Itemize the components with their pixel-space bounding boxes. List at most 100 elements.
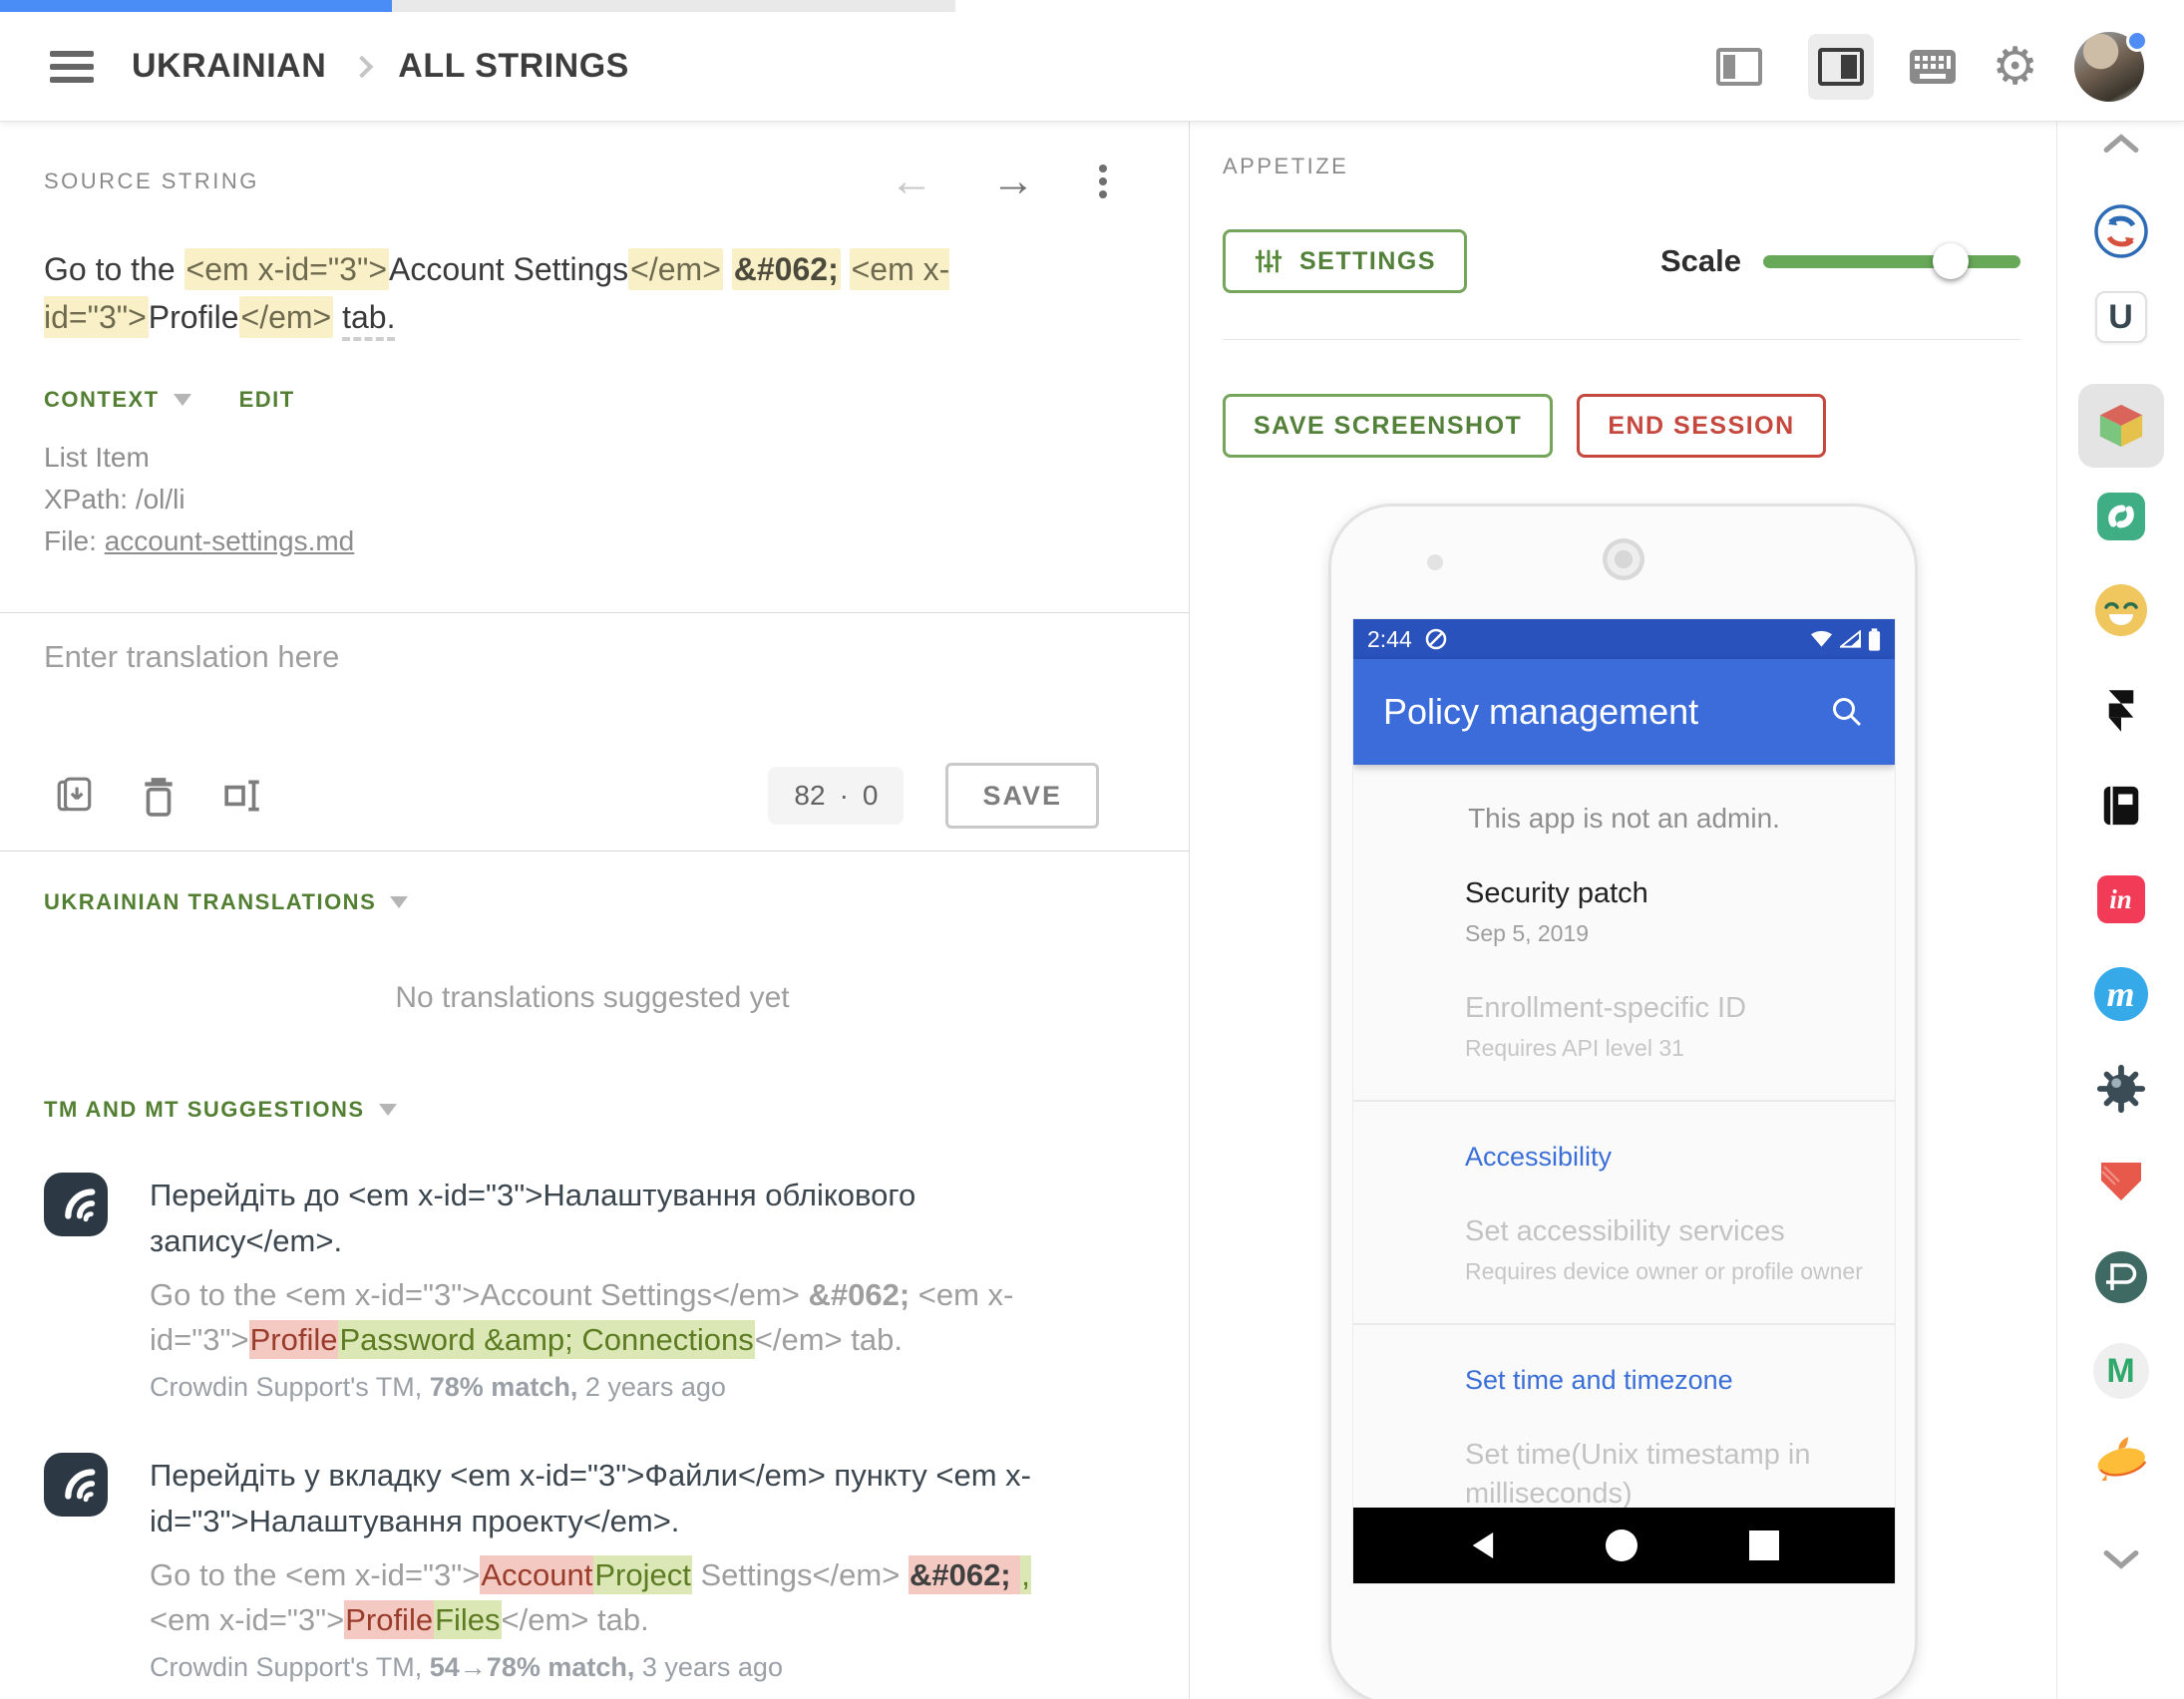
list-item-security-patch[interactable]: Security patch Sep 5, 2019 (1465, 874, 1879, 949)
tm-suggestion-2[interactable]: Перейдіть у вкладку <em x-id="3">Файли</… (44, 1453, 1141, 1683)
p-circle-icon[interactable] (2093, 1249, 2149, 1305)
breadcrumb: UKRAINIAN ALL STRINGS (132, 47, 629, 86)
camera-icon (1427, 554, 1443, 570)
suggestion-source-diff: Go to the <em x-id="3">Account Settings<… (150, 1272, 1086, 1362)
section-time-timezone: Set time and timezone (1465, 1365, 1879, 1396)
keyboard-shortcuts-button[interactable] (1910, 50, 1956, 84)
crowdin-editor-window: UKRAINIAN ALL STRINGS ⚙ SOURCE STRING (0, 0, 2184, 1699)
chevron-down-icon (390, 896, 408, 908)
progress-fill (0, 0, 392, 12)
zeplin-icon[interactable] (2092, 1437, 2150, 1481)
mine-icon[interactable] (2094, 1062, 2148, 1116)
translations-section-toggle[interactable]: UKRAINIAN TRANSLATIONS (44, 889, 1141, 915)
medium-icon[interactable]: M (2093, 1343, 2149, 1399)
chevron-down-icon (174, 394, 191, 406)
smiley-icon[interactable] (2095, 584, 2147, 636)
breadcrumb-file-filter[interactable]: ALL STRINGS (398, 47, 629, 86)
chevron-up-icon[interactable] (2102, 133, 2140, 155)
menu-icon[interactable] (50, 44, 94, 90)
copy-source-button[interactable] (54, 775, 96, 817)
save-screenshot-button[interactable]: SAVE SCREENSHOT (1223, 394, 1553, 458)
file-link[interactable]: account-settings.md (105, 525, 355, 556)
appetize-panel: APPETIZE SETTINGS Scale SAVE SCREENSHOT … (1191, 122, 2056, 1699)
invision-icon[interactable]: in (2097, 875, 2145, 923)
breadcrumb-language[interactable]: UKRAINIAN (132, 47, 326, 86)
copy-source-icon (54, 775, 96, 817)
avatar[interactable] (2074, 32, 2144, 102)
translation-progress-bar (0, 0, 955, 12)
context-type: List Item (44, 437, 1141, 479)
search-icon[interactable] (1829, 694, 1865, 730)
gear-icon[interactable]: ⚙ (1992, 41, 2038, 93)
file-label: File: (44, 525, 97, 556)
u-letter-icon[interactable]: U (2095, 291, 2147, 343)
translation-editor-panel: SOURCE STRING ← → Go to the <em x-id="3"… (0, 122, 1190, 1699)
context-file: File: account-settings.md (44, 520, 1141, 562)
translation-input[interactable]: Enter translation here (44, 639, 1141, 675)
crowdin-tm-icon (44, 1453, 108, 1517)
integrations-rail: U in m M (2056, 122, 2184, 1699)
previous-string-button[interactable]: ← (890, 160, 933, 203)
tm-suggestion-1[interactable]: Перейдіть до <em x-id="3">Налаштування о… (44, 1173, 1141, 1403)
tm-section-toggle[interactable]: TM AND MT SUGGESTIONS (44, 1097, 1141, 1123)
suggestion-meta: Crowdin Support's TM, 78% match, 2 years… (150, 1372, 1086, 1403)
list-item-enrollment-id[interactable]: Enrollment-specific ID Requires API leve… (1465, 989, 1879, 1064)
device-emulator[interactable]: 2:44 Policy management This app is (1328, 504, 1918, 1699)
red-arrow-icon[interactable] (2097, 1159, 2145, 1202)
chevron-right-icon (351, 55, 374, 78)
comfortable-view-button[interactable] (1808, 34, 1874, 100)
scale-slider[interactable] (1763, 255, 2020, 268)
sync-icon[interactable] (2093, 203, 2149, 259)
list-item-accessibility-services[interactable]: Set accessibility services Requires devi… (1465, 1212, 1879, 1287)
signal-icon (1840, 630, 1861, 648)
edit-context-button[interactable]: EDIT (239, 387, 295, 413)
green-link-icon[interactable] (2097, 493, 2145, 540)
admin-note: This app is not an admin. (1353, 803, 1895, 835)
sliders-icon (1254, 246, 1283, 276)
scale-slider-thumb[interactable] (1933, 243, 1969, 279)
context-xpath: XPath: /ol/li (44, 479, 1141, 520)
no-translations-message: No translations suggested yet (44, 981, 1141, 1015)
context-toggle[interactable]: CONTEXT (44, 387, 160, 413)
chevron-down-icon[interactable] (2102, 1548, 2140, 1570)
battery-icon (1868, 628, 1881, 651)
wifi-icon (1810, 630, 1833, 648)
policy-list: This app is not an admin. Security patch… (1353, 765, 1895, 1583)
home-button[interactable] (1606, 1529, 1638, 1561)
insert-placeholder-button[interactable] (221, 775, 265, 817)
suggestion-source-diff: Go to the <em x-id="3">AccountProject Se… (150, 1552, 1086, 1642)
back-button[interactable] (1469, 1530, 1495, 1560)
char-counter: 82 · 0 (768, 767, 904, 825)
app-bar: Policy management (1353, 659, 1895, 765)
translations-heading: UKRAINIAN TRANSLATIONS (44, 889, 376, 915)
scale-label: Scale (1660, 243, 1741, 279)
suggestion-meta: Crowdin Support's TM, 54→78% match, 3 ye… (150, 1652, 1086, 1683)
text-cursor-icon (221, 775, 265, 817)
side-by-side-view-button[interactable] (1706, 34, 1772, 100)
device-screen[interactable]: 2:44 Policy management This app is (1353, 619, 1895, 1583)
chevron-down-icon (379, 1104, 397, 1116)
panel-right-icon (1818, 48, 1864, 86)
panel-left-icon (1716, 48, 1762, 86)
next-string-button[interactable]: → (991, 160, 1035, 203)
android-beta-icon (1424, 627, 1448, 651)
end-session-button[interactable]: END SESSION (1577, 394, 1825, 458)
app-title: Policy management (1383, 691, 1698, 733)
online-status-badge (2126, 30, 2148, 52)
suggestion-translation: Перейдіть у вкладку <em x-id="3">Файли</… (150, 1453, 1086, 1544)
cube-icon[interactable] (2096, 401, 2146, 451)
status-time: 2:44 (1367, 626, 1412, 653)
framer-icon[interactable] (2104, 688, 2138, 734)
notebook-icon[interactable] (2098, 783, 2144, 829)
more-options-button[interactable] (1093, 160, 1113, 203)
marvel-icon[interactable]: m (2094, 967, 2148, 1021)
appetize-settings-button[interactable]: SETTINGS (1223, 229, 1467, 293)
source-string-heading: SOURCE STRING (44, 169, 259, 194)
keyboard-icon (1910, 50, 1956, 84)
top-bar: UKRAINIAN ALL STRINGS ⚙ (0, 0, 2184, 122)
recents-button[interactable] (1749, 1530, 1779, 1560)
source-string-text: Go to the <em x-id="3">Account Settings<… (44, 245, 1136, 341)
appetize-heading: APPETIZE (1223, 154, 2020, 179)
clear-translation-button[interactable] (140, 775, 178, 817)
save-button[interactable]: SAVE (945, 763, 1099, 829)
